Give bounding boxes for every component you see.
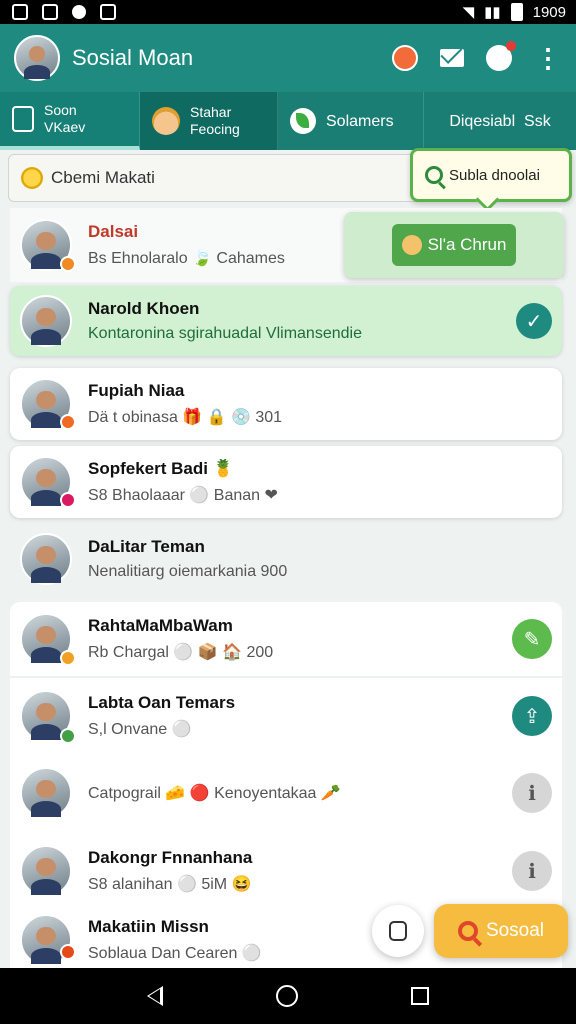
- status-badge: [60, 492, 76, 508]
- upload-icon[interactable]: ⇪: [512, 696, 552, 736]
- status-badge: [60, 944, 76, 960]
- leaf-icon: [290, 108, 316, 134]
- contact-name: Narold Khoen: [88, 299, 200, 318]
- back-icon[interactable]: [146, 986, 163, 1006]
- avatar: [20, 533, 72, 585]
- tab-label: Solamers: [326, 112, 394, 130]
- search-value: Cbemi Makati: [51, 168, 155, 187]
- list-item[interactable]: Dakongr Fnnanhana S8 alanihan ⚪ 5iM 😆 ℹ: [10, 832, 562, 910]
- info-icon[interactable]: ℹ: [512, 851, 552, 891]
- list-item[interactable]: DaLitar Teman Nenalitiarg oiemarkania 90…: [10, 524, 562, 594]
- tab-label: Diqesiabl Ssk: [449, 112, 551, 130]
- copy-icon: [389, 921, 407, 941]
- contact-name: DaLitar Teman: [88, 537, 205, 556]
- contact-subtitle: Catpograil 🧀 🔴 Kenoyentakaa 🥕: [88, 785, 341, 802]
- app-title: Sosial Moan: [72, 45, 194, 70]
- tooltip-label: Subla dnoolai: [449, 166, 540, 184]
- chat-overlay: Sl'a Chrun: [344, 212, 564, 278]
- list-item[interactable]: Sopfekert Badi 🍍 S8 Bhaolaaar ⚪ Banan ❤: [10, 446, 562, 518]
- tab-solamers[interactable]: Solamers: [278, 92, 424, 150]
- search-tooltip[interactable]: Subla dnoolai: [410, 148, 572, 202]
- tab-label: Soon VKaev: [44, 102, 86, 135]
- tab-soon[interactable]: Soon VKaev: [0, 92, 140, 150]
- info-icon[interactable]: ℹ: [512, 773, 552, 813]
- copy-button[interactable]: [372, 905, 424, 957]
- mail-icon[interactable]: [440, 49, 464, 67]
- search-icon: [425, 166, 443, 184]
- chef-icon: [152, 107, 180, 135]
- notification-icon[interactable]: [392, 45, 418, 71]
- contact-subtitle: Dä t obinasa 🎁 🔒 💿 301: [88, 409, 283, 426]
- contact-subtitle: S8 Bhaolaaar ⚪ Banan ❤: [88, 487, 278, 504]
- tab-stahar[interactable]: Stahar Feocing: [140, 92, 278, 150]
- home-icon[interactable]: [275, 985, 298, 1007]
- app-icon: [100, 4, 116, 20]
- contact-name: Fupiah Niaa: [88, 381, 185, 400]
- contact-subtitle: Kontaronina sgirahuadal Vlimansendie: [88, 325, 362, 342]
- status-badge: [60, 728, 76, 744]
- contact-name: RahtaMaMbaWam: [88, 616, 233, 635]
- battery-icon: [510, 3, 523, 21]
- contact-subtitle: Rb Chargal ⚪ 📦 🏠 200: [88, 644, 274, 661]
- screenshot-icon: [12, 4, 28, 20]
- signal-icon: ▮▮: [484, 4, 501, 21]
- contact-name: Sopfekert Badi 🍍: [88, 459, 234, 478]
- chat-unread-dot: [506, 41, 516, 51]
- status-icons-right: ◥ ▮▮ 1909: [463, 3, 566, 21]
- search-icon: [457, 921, 478, 941]
- more-options-icon[interactable]: ⋮: [534, 43, 562, 73]
- edit-icon[interactable]: ✎: [512, 619, 552, 659]
- navigation-bar: [0, 968, 576, 1024]
- tab-diqesiabl[interactable]: Diqesiabl Ssk: [424, 92, 576, 150]
- search-input[interactable]: Cbemi Makati: [8, 154, 438, 202]
- profile-avatar[interactable]: [14, 35, 60, 81]
- list-item-selected[interactable]: Narold Khoen Kontaronina sgirahuadal Vli…: [10, 286, 562, 356]
- status-badge: [60, 256, 76, 272]
- status-time: 1909: [532, 3, 566, 21]
- avatar: [20, 845, 72, 897]
- status-icons-left: [12, 4, 116, 20]
- image-icon: [42, 4, 58, 20]
- recent-apps-icon[interactable]: [411, 987, 430, 1005]
- contact-subtitle: S8 alanihan ⚪ 5iM 😆: [88, 876, 252, 893]
- tab-label: Stahar Feocing: [190, 104, 240, 137]
- coin-icon: [21, 167, 43, 189]
- record-icon: [72, 5, 86, 19]
- chat-button-label: Sl'a Chrun: [427, 235, 507, 254]
- tab-bar: Soon VKaev Stahar Feocing Solamers Diqes…: [0, 92, 576, 150]
- list-item[interactable]: RahtaMaMbaWam Rb Chargal ⚪ 📦 🏠 200 ✎: [10, 602, 562, 676]
- status-bar: ◥ ▮▮ 1909: [0, 0, 576, 24]
- wifi-icon: ◥: [462, 4, 475, 21]
- status-badge: [60, 414, 76, 430]
- contact-name: Dakongr Fnnanhana: [88, 848, 253, 867]
- list-item[interactable]: Fupiah Niaa Dä t obinasa 🎁 🔒 💿 301: [10, 368, 562, 440]
- document-icon: [12, 106, 34, 132]
- status-badge: [60, 650, 76, 666]
- app-actions: ⋮: [392, 41, 562, 73]
- social-fab[interactable]: Sosoal: [434, 904, 568, 958]
- chat-button[interactable]: Sl'a Chrun: [392, 224, 516, 266]
- app-bar: Sosial Moan ⋮: [0, 24, 576, 92]
- list-item[interactable]: Labta Oan Temars S,l Onvane ⚪ ⇪: [10, 678, 562, 754]
- list-item[interactable]: Catpograil 🧀 🔴 Kenoyentakaa 🥕 ℹ: [10, 754, 562, 832]
- avatar: [20, 767, 72, 819]
- contact-subtitle: Nenalitiarg oiemarkania 900: [88, 563, 288, 580]
- avatar: [20, 295, 72, 347]
- contact-subtitle: S,l Onvane ⚪: [88, 721, 192, 738]
- contact-name: Labta Oan Temars: [88, 693, 236, 712]
- fab-label: Sosoal: [485, 920, 545, 941]
- character-icon: [401, 235, 422, 255]
- chat-icon[interactable]: [486, 41, 516, 71]
- check-icon[interactable]: ✓: [516, 303, 552, 339]
